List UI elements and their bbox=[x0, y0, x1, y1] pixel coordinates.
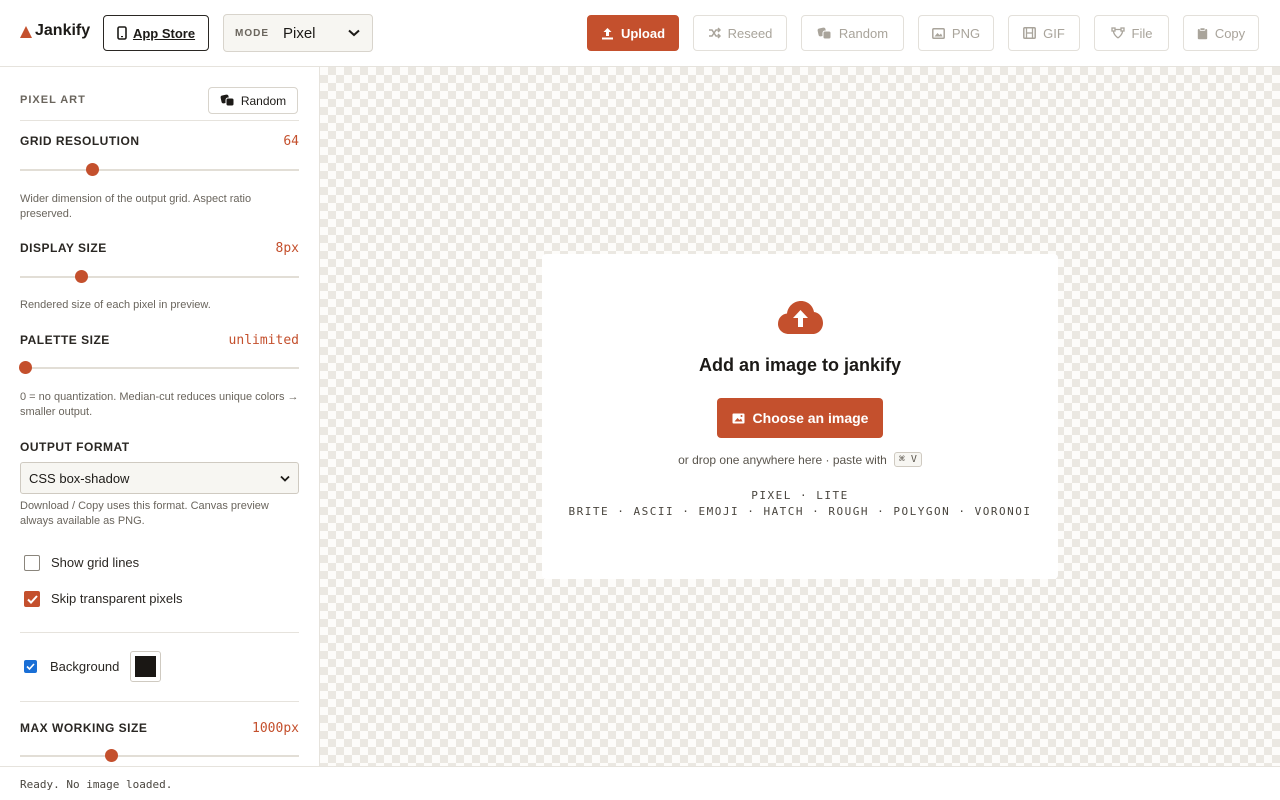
png-label: PNG bbox=[951, 25, 981, 41]
output-format-help: Download / Copy uses this format. Canvas… bbox=[20, 500, 269, 527]
checkmark-icon bbox=[26, 663, 35, 670]
choose-image-button[interactable]: Choose an image bbox=[717, 398, 883, 438]
empty-state-card: Add an image to jankify Choose an image … bbox=[542, 254, 1058, 579]
clipboard-icon bbox=[1197, 26, 1208, 39]
section-title: PIXEL ART bbox=[20, 94, 86, 106]
grid-resolution-slider[interactable] bbox=[20, 169, 299, 171]
drop-hint-text: or drop one anywhere here · paste with bbox=[678, 452, 887, 467]
palette-size-help: 0 = no quantization. Median-cut reduces … bbox=[20, 391, 299, 418]
upload-button[interactable]: Upload bbox=[587, 15, 679, 51]
mode-label: MODE bbox=[235, 27, 269, 39]
preview-canvas[interactable]: Add an image to jankify Choose an image … bbox=[320, 67, 1280, 766]
choose-image-label: Choose an image bbox=[752, 410, 869, 426]
palette-size-label: PALETTE SIZE bbox=[20, 333, 110, 347]
background-color-fill bbox=[135, 656, 156, 677]
output-format-select[interactable]: CSS box-shadow bbox=[20, 462, 299, 494]
grid-resolution-help: Wider dimension of the output grid. Aspe… bbox=[20, 193, 252, 220]
empty-state-title: Add an image to jankify bbox=[698, 355, 902, 375]
background-checkbox[interactable] bbox=[24, 660, 37, 673]
random-button[interactable]: Random bbox=[801, 15, 904, 51]
divider bbox=[20, 701, 299, 702]
app-name: Jankify bbox=[35, 22, 91, 39]
dice-icon bbox=[220, 94, 235, 107]
app-store-button[interactable]: App Store bbox=[103, 15, 209, 51]
phone-icon bbox=[117, 26, 127, 40]
image-icon bbox=[732, 413, 745, 423]
file-button[interactable]: File bbox=[1094, 15, 1169, 51]
show-grid-lines-checkbox[interactable] bbox=[24, 555, 40, 571]
reseed-button[interactable]: Reseed bbox=[693, 15, 787, 51]
sidebar-random-label: Random bbox=[240, 93, 287, 108]
image-icon bbox=[931, 27, 945, 39]
max-working-size-slider[interactable] bbox=[20, 755, 299, 757]
grid-resolution-slider-thumb[interactable] bbox=[85, 163, 99, 176]
top-bar: Jankify App Store MODE Pixel Upload Rese… bbox=[0, 0, 1280, 67]
grid-resolution-label: GRID RESOLUTION bbox=[20, 134, 140, 148]
palette-size-slider[interactable] bbox=[20, 367, 299, 369]
skip-transparent-label: Skip transparent pixels bbox=[51, 591, 183, 606]
display-size-help: Rendered size of each pixel in preview. bbox=[20, 299, 211, 311]
film-icon bbox=[1023, 27, 1037, 39]
background-label: Background bbox=[50, 659, 120, 674]
display-size-value: 8px bbox=[275, 241, 299, 256]
grid-resolution-value: 64 bbox=[283, 134, 299, 149]
app-logo[interactable]: Jankify bbox=[20, 22, 90, 40]
display-size-slider-thumb[interactable] bbox=[74, 270, 88, 283]
output-format-value: CSS box-shadow bbox=[29, 470, 130, 486]
random-label: Random bbox=[838, 25, 889, 41]
file-label: File bbox=[1131, 25, 1153, 41]
copy-label: Copy bbox=[1214, 25, 1246, 41]
chevron-down-icon bbox=[348, 29, 360, 37]
output-format-label: OUTPUT FORMAT bbox=[20, 440, 130, 454]
skip-transparent-checkbox[interactable] bbox=[24, 591, 40, 607]
drop-hint: or drop one anywhere here · paste with ⌘… bbox=[542, 452, 1058, 467]
palette-size-value: unlimited bbox=[228, 333, 299, 348]
checkmark-icon bbox=[26, 594, 38, 604]
gif-button[interactable]: GIF bbox=[1008, 15, 1080, 51]
background-color-swatch[interactable] bbox=[130, 651, 161, 682]
divider bbox=[20, 120, 299, 121]
dice-icon bbox=[817, 27, 832, 39]
mode-value: Pixel bbox=[283, 24, 316, 42]
modes-line-2: BRITE · ASCII · EMOJI · HATCH · ROUGH · … bbox=[568, 505, 1032, 518]
vector-path-icon bbox=[1110, 27, 1125, 39]
png-button[interactable]: PNG bbox=[918, 15, 994, 51]
divider bbox=[20, 632, 299, 633]
palette-size-slider-thumb[interactable] bbox=[19, 361, 32, 374]
mode-select[interactable]: MODE Pixel bbox=[223, 14, 373, 52]
upload-icon bbox=[601, 27, 613, 39]
settings-sidebar: PIXEL ART Random GRID RESOLUTION 64 Wide… bbox=[0, 67, 320, 766]
copy-button[interactable]: Copy bbox=[1183, 15, 1259, 51]
cloud-upload-icon bbox=[778, 301, 823, 334]
display-size-label: DISPLAY SIZE bbox=[20, 241, 107, 255]
modes-line-1: PIXEL · LITE bbox=[751, 489, 849, 502]
app-store-label: App Store bbox=[132, 25, 196, 41]
shuffle-icon bbox=[708, 27, 721, 39]
max-working-size-label: MAX WORKING SIZE bbox=[20, 721, 148, 735]
paste-shortcut: ⌘ V bbox=[893, 452, 922, 467]
reseed-label: Reseed bbox=[727, 25, 773, 41]
status-bar: Ready. No image loaded. bbox=[0, 766, 1280, 800]
status-text: Ready. No image loaded. bbox=[20, 778, 173, 791]
chevron-down-icon bbox=[280, 475, 290, 482]
upload-label: Upload bbox=[620, 25, 666, 41]
logo-triangle-icon bbox=[20, 26, 32, 38]
sidebar-random-button[interactable]: Random bbox=[208, 87, 298, 114]
max-working-size-value: 1000px bbox=[252, 721, 299, 736]
max-working-size-slider-thumb[interactable] bbox=[105, 749, 119, 762]
display-size-slider[interactable] bbox=[20, 276, 299, 278]
show-grid-lines-label: Show grid lines bbox=[51, 555, 140, 570]
gif-label: GIF bbox=[1043, 25, 1065, 41]
